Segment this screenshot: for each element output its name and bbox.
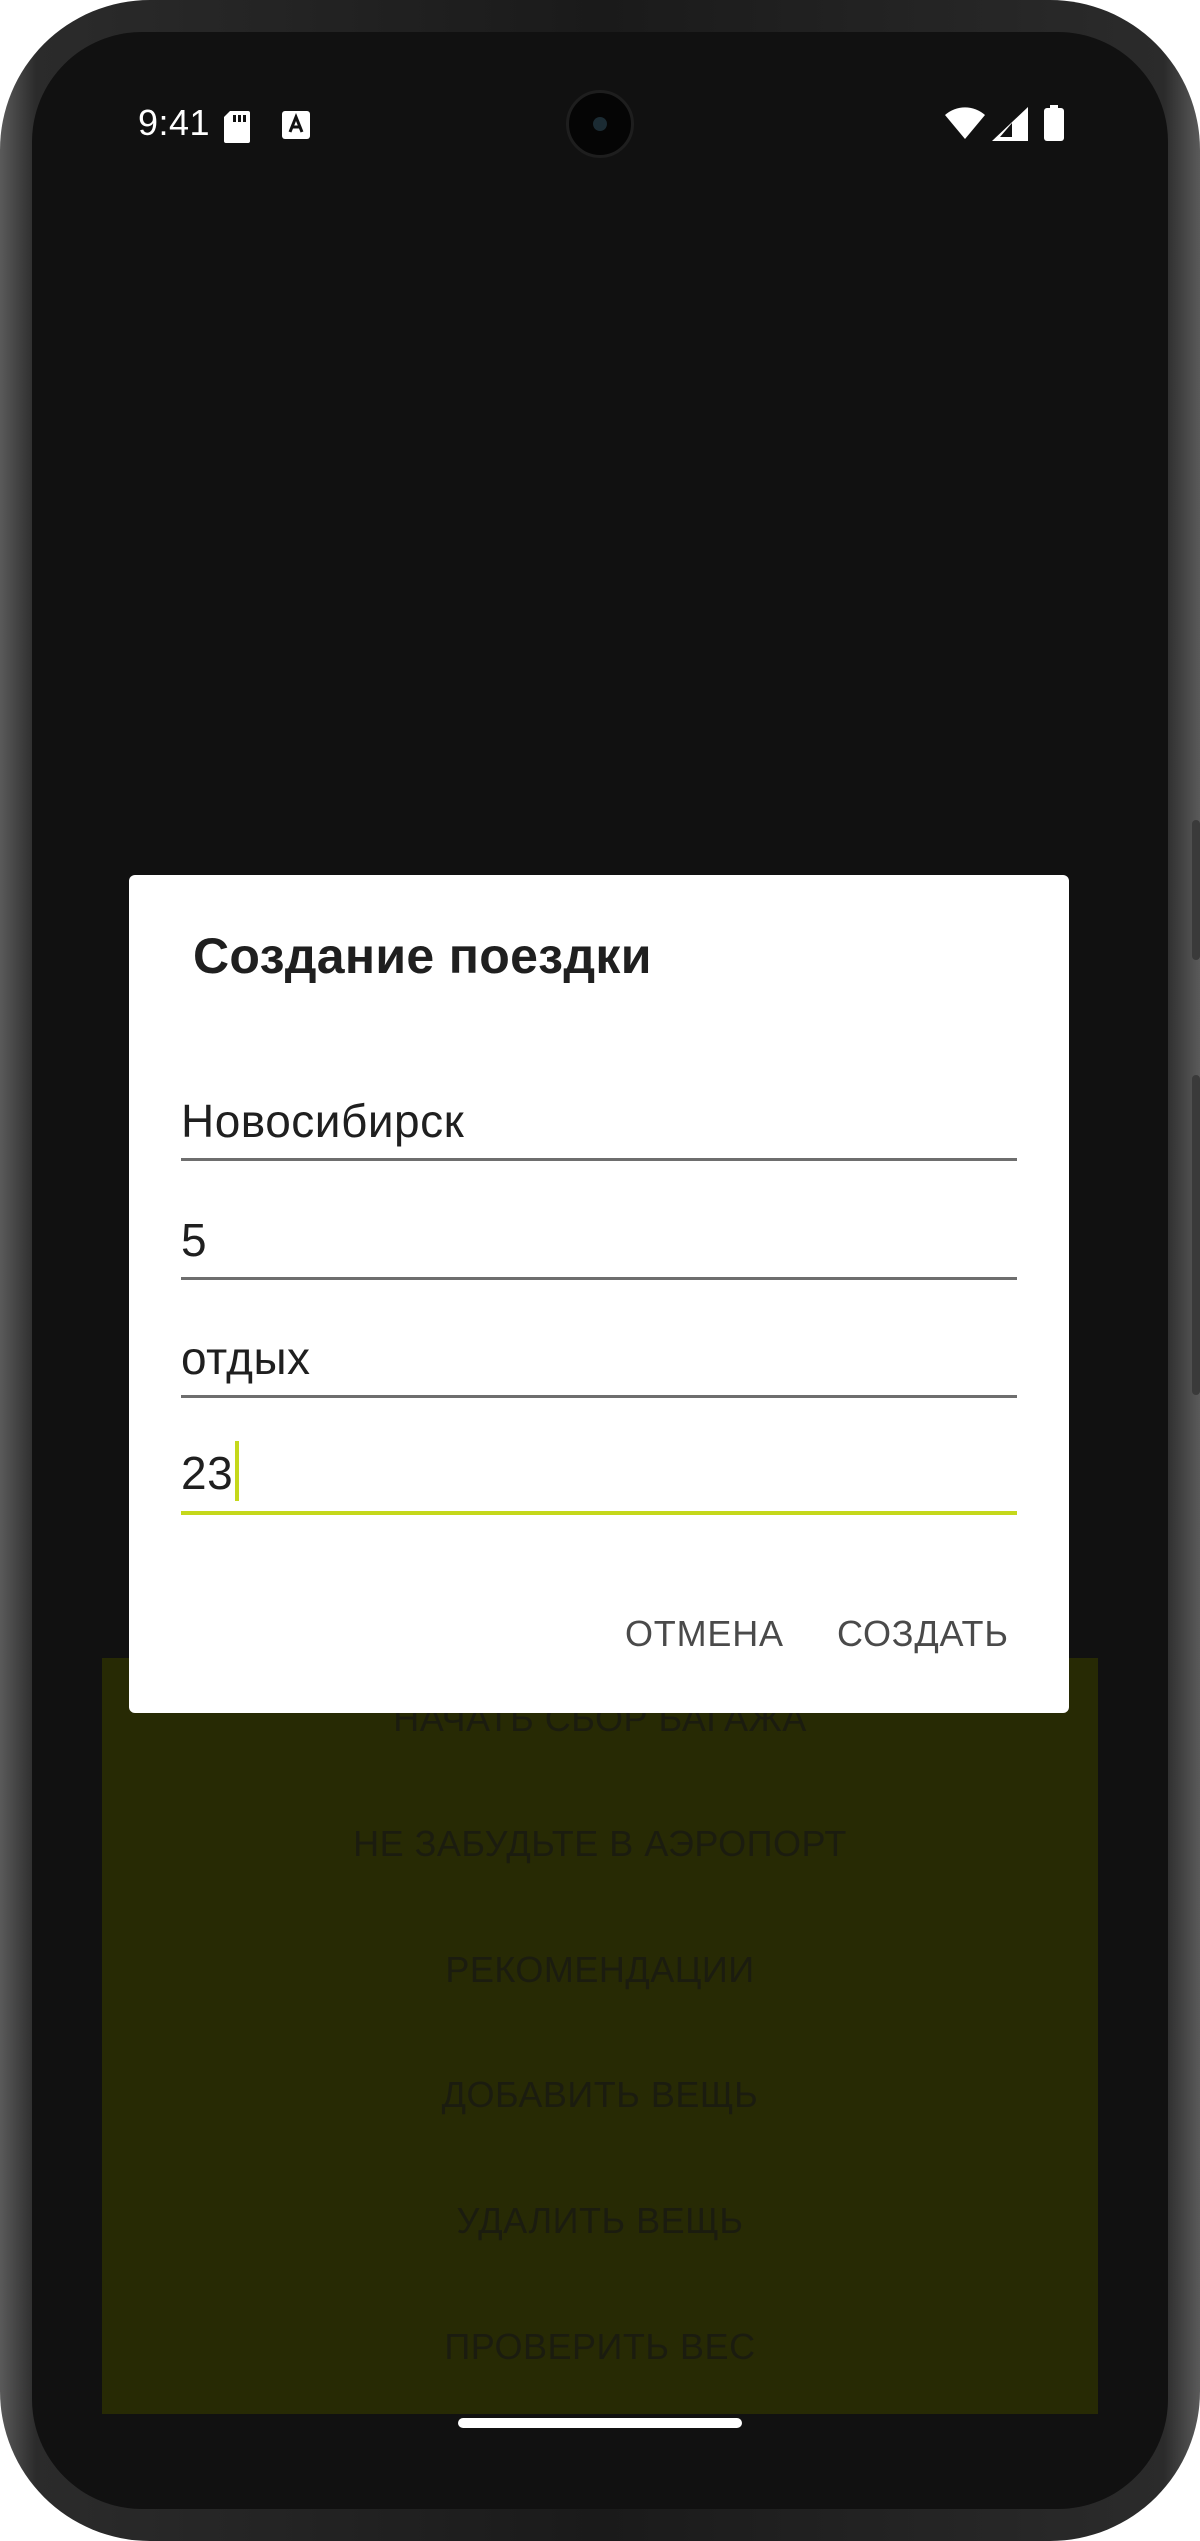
text-cursor	[235, 1441, 240, 1501]
cancel-button[interactable]: ОТМЕНА	[613, 1605, 796, 1663]
add-item-button[interactable]: ДОБАВИТЬ ВЕЩЬ	[102, 2074, 1098, 2116]
airport-reminder-button[interactable]: НЕ ЗАБУДЬТЕ В АЭРОПОРТ	[102, 1823, 1098, 1865]
duration-field[interactable]: 5	[181, 1200, 1017, 1280]
main-actions-panel: НАЧАТЬ СБОР БАГАЖА НЕ ЗАБУДЬТЕ В АЭРОПОР…	[102, 1658, 1098, 2414]
trip-type-field[interactable]: отдых	[181, 1318, 1017, 1398]
destination-field[interactable]: Новосибирск	[181, 1081, 1017, 1161]
screen: 9:41 НАЧАТЬ СБОР БАГАЖА НЕ ЗАБУДЬТЕ В АЭ…	[32, 32, 1168, 2509]
status-time: 9:41	[138, 102, 211, 143]
dialog-title: Создание поездки	[193, 928, 652, 984]
weight-field[interactable]: 23	[181, 1435, 1017, 1515]
volume-button	[1192, 1075, 1200, 1395]
weight-field-text: 23	[181, 1441, 240, 1501]
duration-field-value: 5	[181, 1214, 208, 1266]
power-button	[1192, 820, 1200, 960]
sd-card-icon	[224, 111, 250, 143]
status-bar: 9:41	[32, 32, 1168, 222]
home-indicator[interactable]	[458, 2418, 742, 2428]
remove-item-button[interactable]: УДАЛИТЬ ВЕЩЬ	[102, 2200, 1098, 2242]
create-button[interactable]: СОЗДАТЬ	[825, 1605, 1021, 1663]
a-keyboard-icon	[282, 111, 310, 139]
weight-field-value: 23	[181, 1447, 234, 1499]
recommendations-button[interactable]: РЕКОМЕНДАЦИИ	[102, 1949, 1098, 1991]
battery-icon	[1044, 105, 1064, 141]
wifi-icon	[945, 107, 985, 139]
front-camera	[566, 90, 634, 158]
check-weight-button[interactable]: ПРОВЕРИТЬ ВЕС	[102, 2326, 1098, 2368]
create-trip-dialog: Создание поездки Новосибирск 5 отдых 23 …	[129, 875, 1069, 1713]
signal-icon	[992, 107, 1028, 141]
destination-field-value: Новосибирск	[181, 1095, 465, 1147]
trip-type-field-value: отдых	[181, 1332, 311, 1384]
